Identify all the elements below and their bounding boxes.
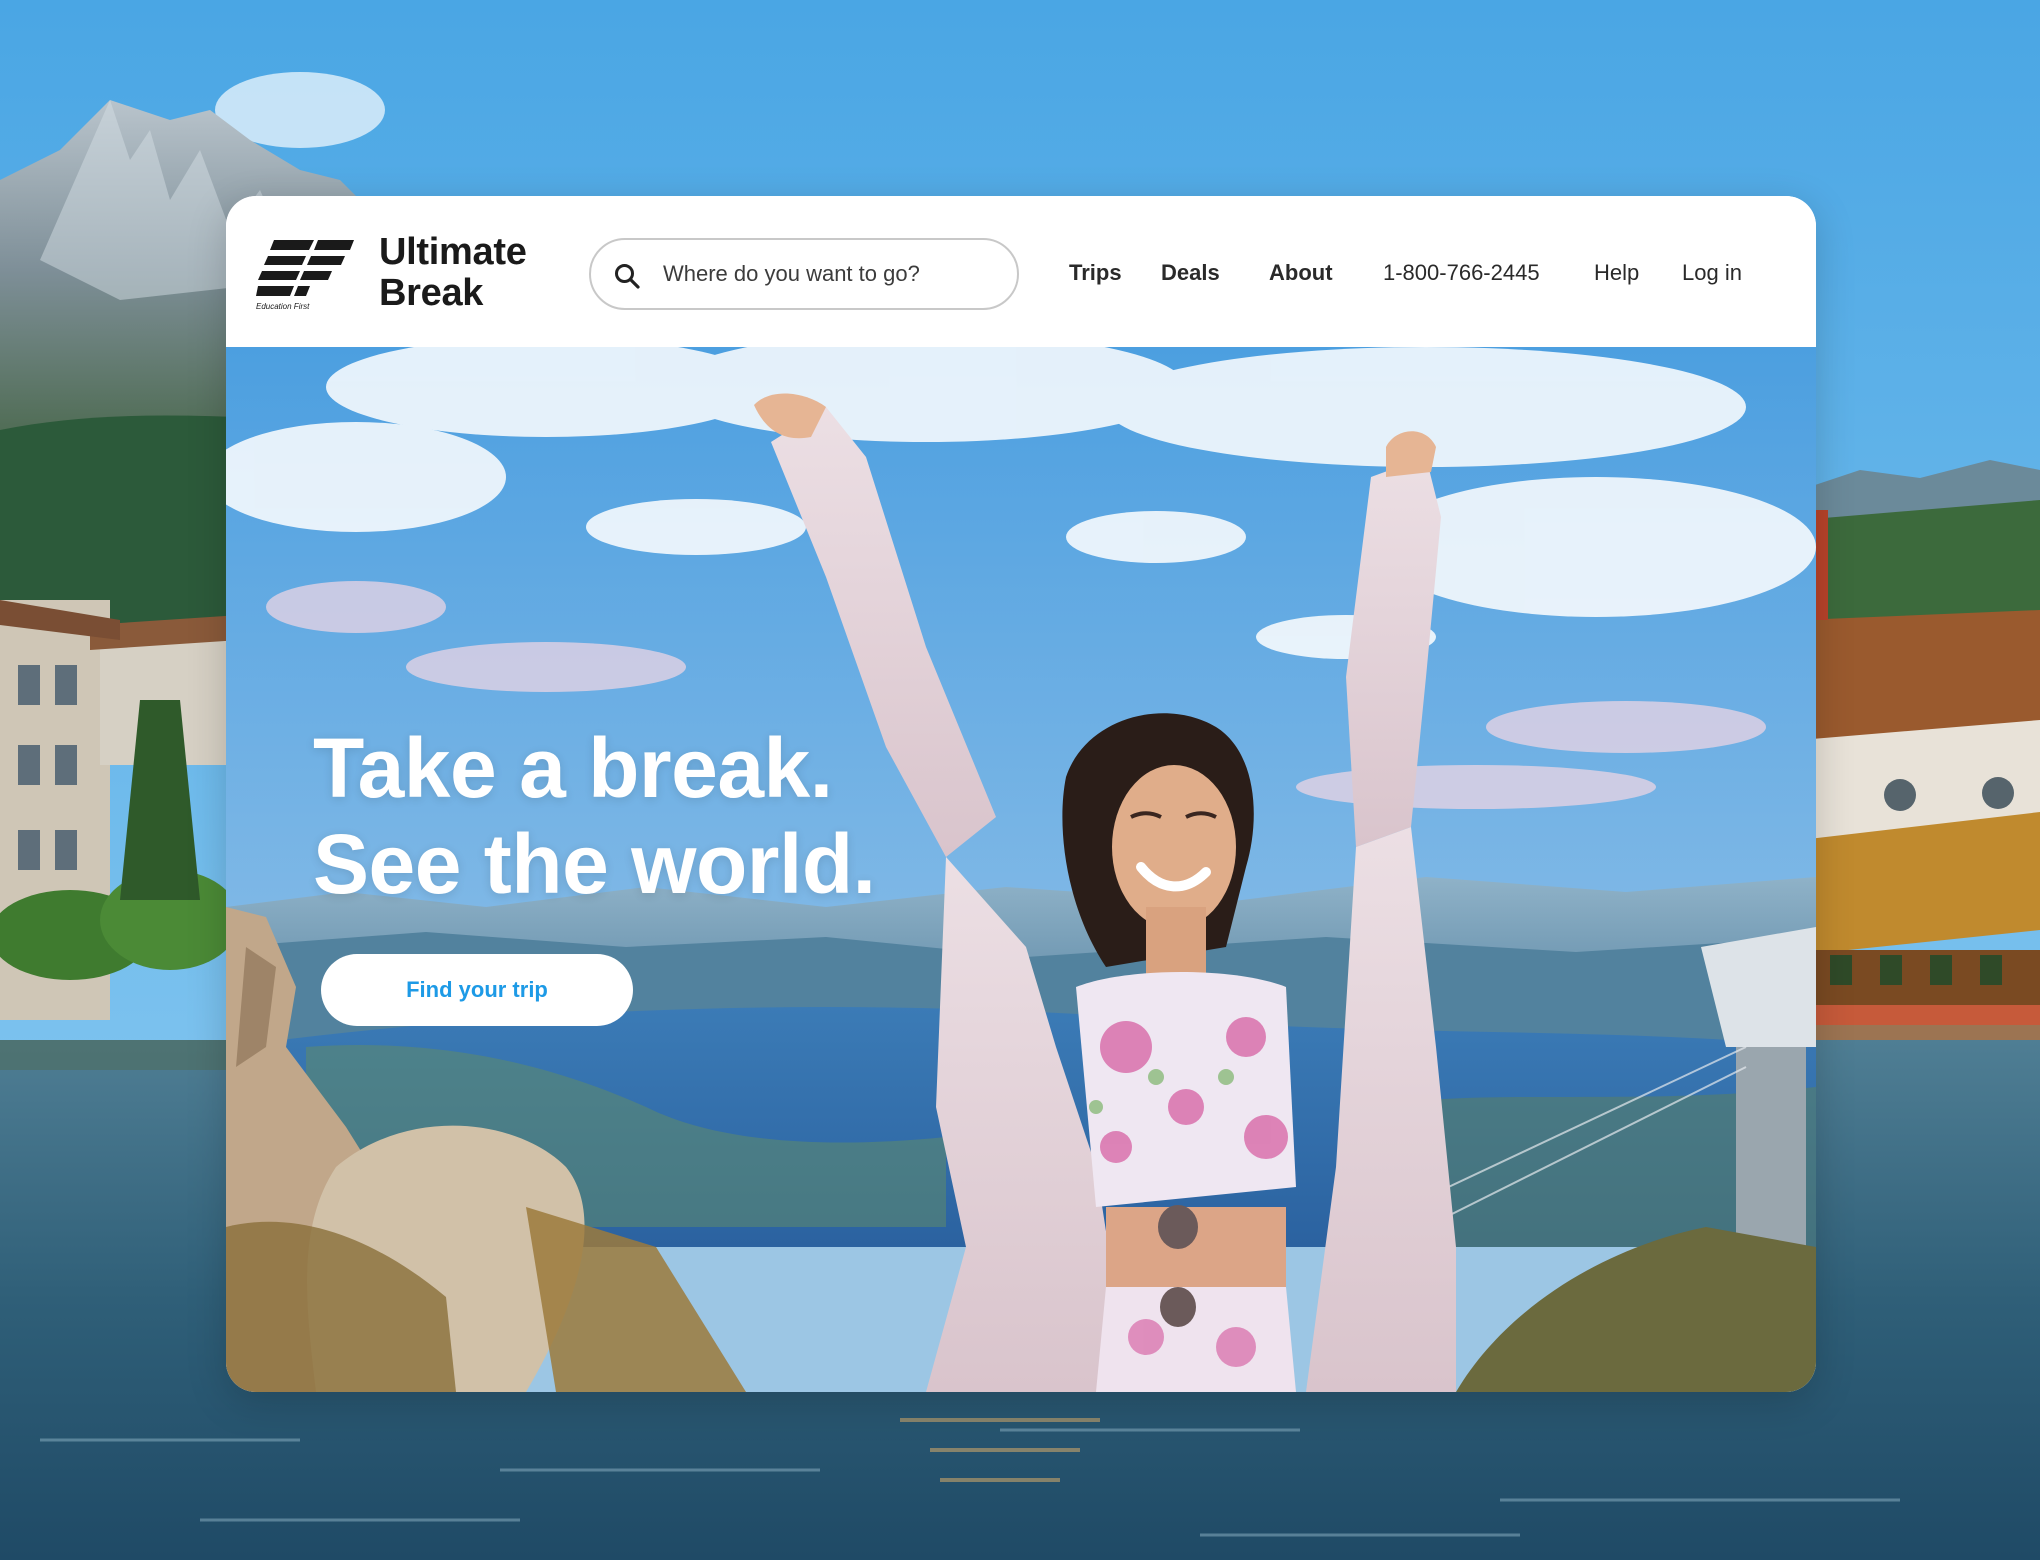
find-your-trip-button[interactable]: Find your trip (321, 954, 633, 1026)
nav-help-link[interactable]: Help (1594, 258, 1639, 288)
hero-headline-line1: Take a break. (313, 721, 833, 815)
brand-name-line1: Ultimate (379, 231, 527, 273)
nav-login-link[interactable]: Log in (1682, 258, 1742, 288)
search-input[interactable] (663, 254, 993, 294)
hero-headline-line2: See the world. (313, 817, 876, 911)
hero-section: Take a break. See the world. Find your t… (226, 347, 1816, 1392)
top-navigation: Education First Ultimate Break Trips Dea… (226, 196, 1816, 347)
ef-logo-icon[interactable]: Education First (256, 234, 356, 312)
website-card: Education First Ultimate Break Trips Dea… (226, 196, 1816, 1392)
svg-text:Education First: Education First (256, 302, 310, 311)
brand-name[interactable]: Ultimate Break (379, 232, 527, 314)
nav-trips-link[interactable]: Trips (1069, 258, 1122, 288)
nav-deals-link[interactable]: Deals (1161, 258, 1220, 288)
search-icon[interactable] (613, 262, 641, 290)
nav-phone-link[interactable]: 1-800-766-2445 (1383, 258, 1540, 288)
brand-name-line2: Break (379, 272, 484, 314)
nav-about-link[interactable]: About (1269, 258, 1333, 288)
search-bar[interactable] (589, 238, 1019, 310)
hero-headline: Take a break. See the world. (313, 720, 876, 912)
